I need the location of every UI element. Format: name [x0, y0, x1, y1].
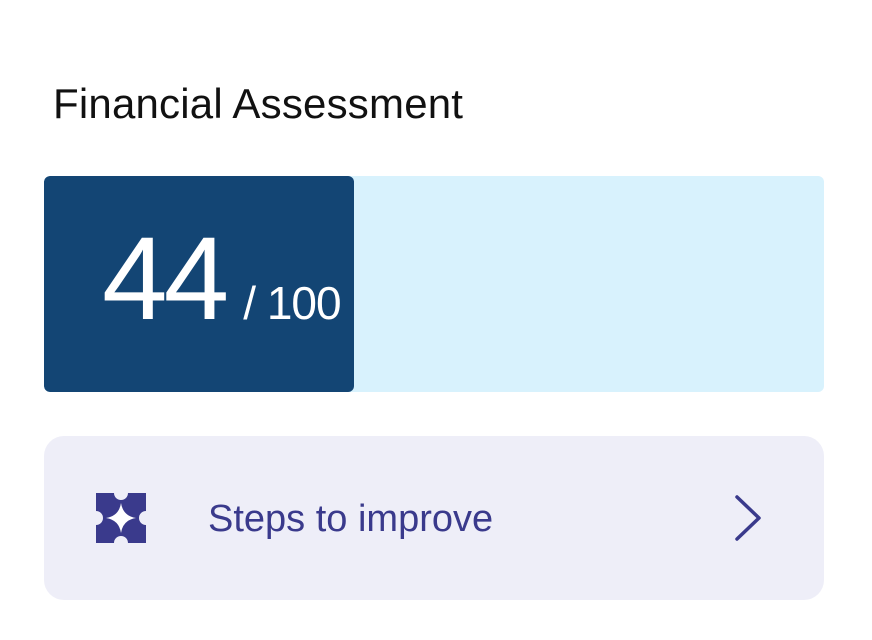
chevron-right-icon — [735, 495, 761, 541]
score-display: 44 / 100 — [102, 213, 342, 345]
financial-assessment-card: Financial Assessment 44 / 100 Steps to i… — [0, 0, 872, 640]
card-title: Financial Assessment — [53, 80, 464, 127]
score-value: 44 — [102, 213, 229, 345]
score-progress-bar: 44 / 100 — [44, 176, 824, 392]
score-max: / 100 — [243, 277, 341, 329]
steps-to-improve-button[interactable]: Steps to improve — [44, 436, 824, 600]
sparkle-icon — [96, 493, 146, 543]
steps-to-improve-label: Steps to improve — [208, 498, 494, 540]
